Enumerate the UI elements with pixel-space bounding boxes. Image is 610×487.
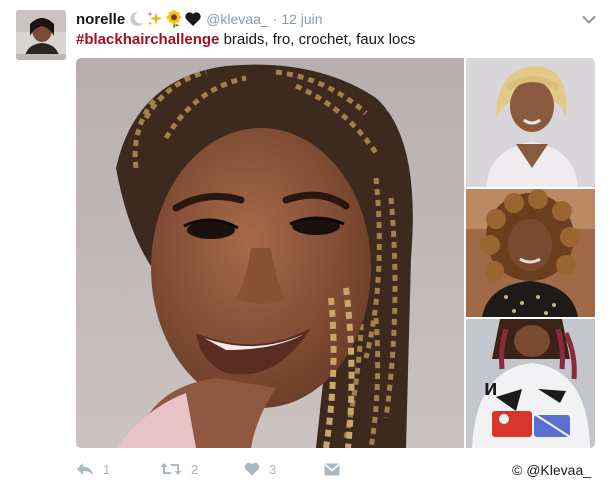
- tweet-header: norelle @klevaa_ · 12 juin: [76, 8, 323, 30]
- faux-locs-photo[interactable]: ᴎ: [466, 319, 595, 448]
- chevron-down-icon[interactable]: [582, 12, 596, 24]
- sunflower-icon: [165, 10, 183, 28]
- author-avatar[interactable]: [16, 10, 66, 60]
- media-grid: ᴎ: [76, 58, 595, 448]
- photo-credit: © @Klevaa_: [512, 462, 592, 478]
- like-button[interactable]: 3: [244, 462, 276, 477]
- tweet-date[interactable]: 12 juin: [281, 11, 322, 27]
- platinum-hair-photo[interactable]: [466, 58, 595, 187]
- sparkles-icon: [146, 10, 164, 28]
- black-heart-icon: [184, 10, 202, 28]
- author-handle[interactable]: @klevaa_: [206, 11, 268, 27]
- tweet-text: #blackhairchallenge braids, fro, crochet…: [76, 30, 415, 50]
- curly-fro-photo[interactable]: [466, 189, 595, 317]
- tweet-card[interactable]: norelle @klevaa_ · 12 juin #blackhaircha…: [0, 0, 610, 487]
- tweet-body: braids, fro, crochet, faux locs: [219, 31, 416, 48]
- author-display-name[interactable]: norelle: [76, 11, 125, 28]
- heart-icon: [244, 462, 260, 476]
- reply-icon: [76, 462, 94, 476]
- retweet-icon: [160, 462, 182, 476]
- header-separator: ·: [272, 11, 278, 27]
- direct-message-button[interactable]: [324, 463, 340, 476]
- name-emojis: [127, 10, 202, 28]
- crescent-moon-icon: [127, 10, 145, 28]
- hashtag-link[interactable]: #blackhairchallenge: [76, 31, 219, 48]
- svg-text:ᴎ: ᴎ: [484, 375, 498, 400]
- envelope-icon: [324, 463, 340, 476]
- reply-button[interactable]: 1: [76, 462, 110, 477]
- main-braids-photo[interactable]: [76, 58, 464, 448]
- reply-count: 1: [103, 461, 111, 477]
- retweet-button[interactable]: 2: [160, 462, 198, 477]
- like-count: 3: [269, 461, 277, 477]
- retweet-count: 2: [191, 461, 199, 477]
